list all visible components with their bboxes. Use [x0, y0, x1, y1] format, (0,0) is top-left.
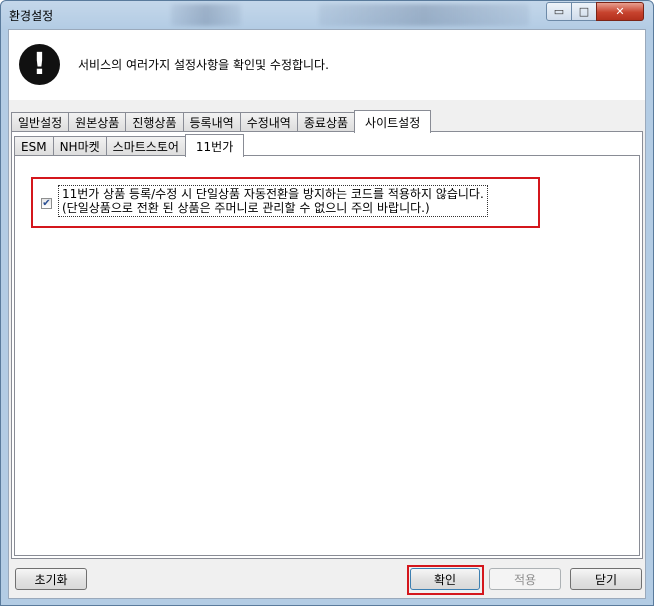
tab-label: 사이트설정 — [365, 115, 421, 130]
minimize-icon: ▭ — [553, 5, 565, 18]
close-window-button[interactable]: ✕ — [596, 2, 644, 21]
settings-window: 환경설정 ▭ □ ✕ ! 서비스의 여러가지 설정사항을 확인및 수정합니다. … — [0, 0, 654, 606]
main-tab-bar: 일반설정 원본상품 진행상품 등록내역 수정내역 종료상품 사이트설정 — [11, 110, 432, 133]
tab-active-products[interactable]: 진행상품 — [125, 112, 184, 132]
disable-single-product-conversion-checkbox[interactable]: ✔ — [41, 198, 52, 209]
banner-message: 서비스의 여러가지 설정사항을 확인및 수정합니다. — [78, 58, 329, 72]
client-area: ! 서비스의 여러가지 설정사항을 확인및 수정합니다. 일반설정 원본상품 진… — [8, 29, 646, 599]
tab-nh-market[interactable]: NH마켓 — [52, 136, 107, 156]
close-button[interactable]: 닫기 — [570, 568, 642, 590]
checkmark-icon: ✔ — [42, 197, 51, 209]
tab-label: 스마트스토어 — [112, 140, 179, 154]
tab-label: 11번가 — [195, 139, 234, 154]
tab-label: 원본상품 — [75, 116, 120, 130]
tab-11st[interactable]: 11번가 — [184, 134, 245, 157]
highlight-annotation: ✔ 11번가 상품 등록/수정 시 단일상품 자동전환을 방지하는 코드를 적용… — [31, 177, 540, 228]
11st-settings-panel: ✔ 11번가 상품 등록/수정 시 단일상품 자동전환을 방지하는 코드를 적용… — [14, 155, 640, 556]
tab-smartstore[interactable]: 스마트스토어 — [105, 136, 186, 156]
tab-site-settings[interactable]: 사이트설정 — [354, 110, 432, 133]
maximize-icon: □ — [578, 5, 590, 18]
option-label[interactable]: 11번가 상품 등록/수정 시 단일상품 자동전환을 방지하는 코드를 적용하지… — [58, 185, 488, 217]
confirm-button[interactable]: 확인 — [410, 568, 480, 590]
tab-label: ESM — [21, 139, 47, 154]
title-bar[interactable]: 환경설정 ▭ □ ✕ — [1, 1, 653, 29]
tab-label: NH마켓 — [59, 140, 100, 154]
close-icon: ✕ — [615, 5, 625, 18]
apply-button[interactable]: 적용 — [489, 568, 561, 590]
minimize-button[interactable]: ▭ — [546, 2, 572, 21]
site-tab-bar: ESM NH마켓 스마트스토어 11번가 — [14, 134, 245, 157]
blurred-title-area — [171, 4, 241, 26]
reset-button[interactable]: 초기화 — [15, 568, 87, 590]
option-label-line1: 11번가 상품 등록/수정 시 단일상품 자동전환을 방지하는 코드를 적용하지… — [62, 187, 484, 201]
option-label-line2: (단일상품으로 전환 된 상품은 주머니로 관리할 수 없으니 주의 바랍니다.… — [62, 201, 430, 215]
window-title: 환경설정 — [9, 9, 54, 23]
option-row: ✔ 11번가 상품 등록/수정 시 단일상품 자동전환을 방지하는 코드를 적용… — [41, 185, 529, 220]
tab-label: 일반설정 — [18, 116, 63, 130]
tab-esm[interactable]: ESM — [14, 136, 54, 156]
tab-general-settings[interactable]: 일반설정 — [11, 112, 70, 132]
tab-modification-history[interactable]: 수정내역 — [239, 112, 298, 132]
tab-label: 수정내역 — [246, 116, 291, 130]
tab-label: 진행상품 — [132, 116, 177, 130]
exclamation-icon: ! — [19, 44, 60, 85]
tab-original-products[interactable]: 원본상품 — [68, 112, 127, 132]
maximize-button[interactable]: □ — [571, 2, 597, 21]
tab-label: 등록내역 — [189, 116, 234, 130]
info-banner: ! 서비스의 여러가지 설정사항을 확인및 수정합니다. — [9, 30, 645, 100]
tab-label: 종료상품 — [303, 116, 349, 130]
blurred-title-area-2 — [319, 4, 529, 26]
tab-ended-products[interactable]: 종료상품 — [296, 112, 356, 132]
tab-registration-history[interactable]: 등록내역 — [182, 112, 241, 132]
site-settings-panel: ESM NH마켓 스마트스토어 11번가 ✔ 11번가 상품 등록/수정 시 단… — [11, 131, 643, 559]
